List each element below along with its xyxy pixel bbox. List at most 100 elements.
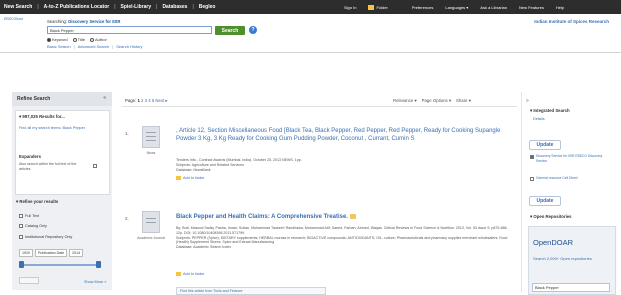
page-5[interactable]: 5: [152, 98, 154, 103]
result-title[interactable]: Black Pepper and Health Claims: A Compre…: [176, 213, 516, 221]
radio-icon: [47, 38, 51, 42]
searching-prefix: Searching:: [47, 19, 68, 24]
general-resource-label: General resource Cell Direct: [536, 176, 578, 180]
nav-library[interactable]: Spiel-Library: [121, 4, 152, 10]
help-link[interactable]: Help: [556, 5, 564, 10]
top-nav-right: Sign In Folder Preferences Languages ▾ A…: [344, 0, 576, 14]
page-options-menu[interactable]: Page Options ▾: [422, 98, 451, 104]
search-input[interactable]: [47, 26, 212, 34]
results-count-heading[interactable]: ▾ 997,025 Results for...: [19, 114, 99, 120]
current-search-box: [15, 110, 110, 195]
nav-separator: |: [156, 4, 158, 10]
result-meta: Tenders Info - Contract Awards (Mumbai, …: [176, 158, 302, 172]
link-divider: |: [73, 44, 75, 49]
share-menu[interactable]: Share ▾: [456, 98, 471, 104]
next-page-link[interactable]: Next ▸: [155, 98, 167, 103]
search-sublinks: Basic Search | Advanced Search | Search …: [47, 44, 142, 49]
results-toolbar: Relevance ▾ Page Options ▾ Share ▾: [393, 98, 471, 104]
news-thumbnail-icon[interactable]: [142, 126, 160, 148]
update-button[interactable]: Update: [529, 140, 561, 150]
nav-separator: |: [192, 4, 194, 10]
result-title[interactable]: , Article 12, Section Miscellaneous Food…: [176, 127, 516, 143]
search-mode-options: Keyword Title Author: [47, 37, 107, 42]
pagination: Page: 1 2 3 4 5 Next ▸: [125, 98, 168, 104]
expand-panel-icon[interactable]: »: [526, 98, 529, 104]
folder-icon: [368, 4, 375, 10]
pub-date-from[interactable]: 1920: [19, 249, 33, 257]
nav-databases[interactable]: Databases: [162, 4, 187, 10]
nav-new-search[interactable]: New Search: [4, 4, 32, 10]
link-divider: |: [112, 44, 114, 49]
sign-in-link[interactable]: Sign In: [344, 5, 356, 10]
full-text-checkbox[interactable]: [19, 214, 23, 218]
expander-fulltext-checkbox[interactable]: [93, 164, 97, 168]
update-button-2[interactable]: Update: [529, 196, 561, 206]
opendoar-search-input[interactable]: [532, 283, 610, 292]
details-link[interactable]: Details: [533, 117, 545, 121]
page-3[interactable]: 3: [145, 98, 147, 103]
search-history-link[interactable]: Search History: [116, 44, 142, 49]
open-repositories-heading[interactable]: ▾ Open Repositories: [530, 214, 572, 220]
journal-thumbnail-icon[interactable]: [142, 211, 160, 233]
option-keyword[interactable]: Keyword: [47, 37, 68, 42]
refine-search-header: Refine Search «: [12, 92, 112, 106]
option-label: Author: [94, 37, 107, 42]
catalog-only-label: Catalog Only: [25, 224, 47, 228]
option-author[interactable]: Author: [89, 37, 107, 42]
toolbar-divider: [122, 106, 517, 107]
collapse-sidebar-icon[interactable]: «: [103, 95, 106, 101]
nav-separator: |: [37, 4, 39, 10]
discovery-service-checkbox[interactable]: [530, 155, 534, 159]
folder-link[interactable]: Folder: [368, 4, 399, 10]
discovery-service-label: Discovery Service for IISR EBSCO Discove…: [536, 154, 603, 163]
languages-menu[interactable]: Languages ▾: [445, 5, 468, 10]
slider-handle-start[interactable]: [19, 261, 24, 268]
folder-icon: [176, 272, 181, 276]
help-icon[interactable]: ?: [249, 26, 257, 34]
searching-service[interactable]: Discovery Service for IISR: [68, 19, 120, 24]
option-title[interactable]: Title: [72, 37, 85, 42]
sidebar-update-button[interactable]: [19, 277, 39, 284]
add-to-folder-link[interactable]: Add to folder: [176, 176, 205, 180]
basic-search-link[interactable]: Basic Search: [47, 44, 71, 49]
advanced-search-link[interactable]: Advanced Search: [78, 44, 110, 49]
search-terms-text: Find all my search terms: Black Pepper: [19, 126, 86, 130]
sort-relevance-menu[interactable]: Relevance ▾: [393, 98, 417, 104]
expanders-heading: Expanders: [19, 154, 41, 159]
preferences-link[interactable]: Preferences: [412, 5, 434, 10]
catalog-only-checkbox[interactable]: [19, 224, 23, 228]
slider-handle-end[interactable]: [96, 261, 101, 268]
option-label: Title: [77, 37, 85, 42]
page-4[interactable]: 4: [148, 98, 150, 103]
folder-icon: [176, 176, 181, 180]
search-button[interactable]: Search: [215, 26, 245, 35]
pub-date-slider[interactable]: [20, 264, 100, 266]
institutional-repo-checkbox[interactable]: [19, 235, 23, 239]
expander-fulltext-label: Also search within the full text of the …: [19, 162, 77, 171]
institutional-repo-label: Institutional Repository Only: [25, 235, 73, 239]
logo[interactable]: EBSCOhost: [4, 17, 30, 21]
radio-icon: [72, 38, 77, 42]
add-to-folder-link[interactable]: Add to folder: [176, 272, 205, 276]
refine-results-heading[interactable]: ▾ Refine your results: [16, 199, 58, 205]
find-fulltext-link[interactable]: Find this article from Tools and Finance: [176, 287, 326, 295]
top-nav-bar: New Search | A-to-Z Publications Locator…: [0, 0, 621, 14]
integrated-search-heading[interactable]: ▾ Integrated Search: [530, 108, 570, 114]
publication-type: Academic Journal: [137, 236, 165, 240]
full-text-label: Full Text: [25, 214, 40, 218]
new-features-link[interactable]: New Features: [519, 5, 544, 10]
page-1[interactable]: 1: [137, 98, 139, 103]
add-to-folder-label: Add to folder: [183, 176, 205, 180]
general-resource-checkbox[interactable]: [530, 177, 534, 181]
nav-publications-locator[interactable]: A-to-Z Publications Locator: [44, 4, 110, 10]
ask-librarian-link[interactable]: Ask a Librarian: [480, 5, 507, 10]
publication-date-range: 1920 Publication Date 2014: [19, 249, 84, 257]
pub-date-to[interactable]: 2014: [69, 249, 84, 257]
show-more-link[interactable]: Show More »: [84, 280, 106, 284]
pub-date-label: Publication Date: [35, 249, 68, 257]
opendoar-description: Search 2,000+ Open repositories: [533, 256, 592, 261]
searching-label: Searching: Discovery Service for IISR: [47, 19, 120, 24]
folder-label: Folder: [376, 4, 388, 10]
nav-extra[interactable]: Begleo: [199, 4, 216, 10]
page-2[interactable]: 2: [141, 98, 143, 103]
